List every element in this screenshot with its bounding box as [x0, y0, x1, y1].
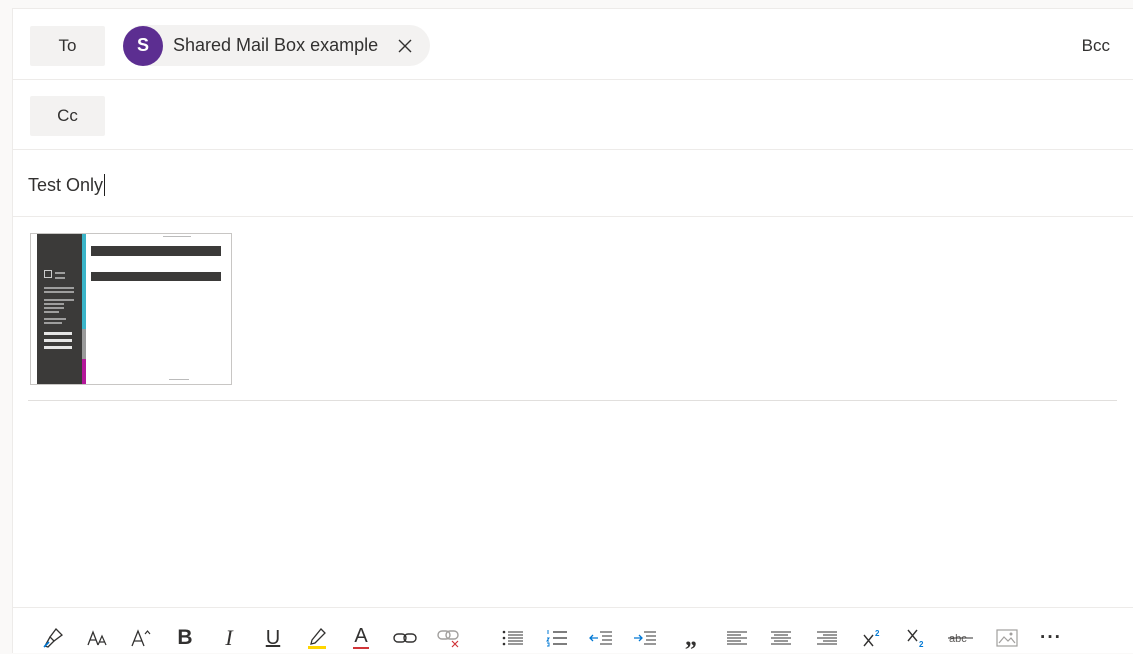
svg-text:2: 2 — [919, 640, 924, 649]
svg-text:abc: abc — [949, 633, 967, 645]
highlight-icon[interactable] — [301, 624, 333, 652]
bold-icon[interactable]: B — [169, 624, 201, 652]
doc-text-line — [44, 303, 64, 305]
subject-row[interactable]: Test Only — [13, 150, 1133, 217]
accent-stripe — [82, 329, 86, 359]
to-row: To S Shared Mail Box example Bcc — [13, 9, 1133, 80]
invoice-sidebar-graphic — [37, 234, 82, 384]
avatar: S — [123, 25, 163, 66]
more-options-icon[interactable]: ··· — [1035, 624, 1067, 652]
doc-text-line — [44, 307, 64, 309]
insert-link-icon[interactable] — [389, 624, 421, 652]
doc-text-line — [44, 339, 72, 342]
align-left-icon[interactable] — [721, 624, 753, 652]
logo-icon — [44, 270, 52, 278]
doc-header-bar — [91, 246, 221, 256]
to-button[interactable]: To — [30, 26, 105, 66]
cc-row: Cc — [13, 80, 1133, 150]
increase-indent-icon[interactable] — [629, 624, 661, 652]
insert-picture-icon[interactable] — [991, 624, 1023, 652]
superscript-icon[interactable]: 2 — [857, 624, 889, 652]
doc-text-line — [169, 379, 189, 380]
cc-button[interactable]: Cc — [30, 96, 105, 136]
doc-text-line — [44, 287, 74, 289]
doc-text-line — [44, 332, 72, 335]
doc-text-line — [163, 236, 191, 237]
doc-text-line — [44, 299, 74, 301]
font-color-icon[interactable]: A — [345, 624, 377, 652]
subscript-icon[interactable]: 2 — [901, 624, 933, 652]
align-center-icon[interactable] — [765, 624, 797, 652]
attachment-thumbnail[interactable] — [30, 233, 232, 385]
doc-text-line — [44, 318, 66, 320]
format-painter-icon[interactable] — [37, 624, 69, 652]
strikethrough-icon[interactable]: abc — [945, 624, 977, 652]
bcc-button[interactable]: Bcc — [1082, 36, 1110, 56]
subject-field[interactable]: Test Only — [28, 174, 106, 196]
doc-text-line — [44, 322, 62, 324]
formatting-toolbar: B I U A „ 2 2 abc ··· — [13, 607, 1133, 654]
accent-stripe — [82, 234, 86, 329]
recipient-pill[interactable]: S Shared Mail Box example — [123, 25, 431, 66]
quote-icon[interactable]: „ — [675, 624, 707, 652]
numbering-icon[interactable] — [541, 624, 573, 652]
grow-font-icon[interactable] — [125, 624, 157, 652]
doc-text-line — [55, 272, 65, 274]
text-caret — [104, 174, 106, 196]
underline-icon[interactable]: U — [257, 624, 289, 652]
recipient-name: Shared Mail Box example — [173, 35, 379, 55]
doc-text-line — [44, 346, 72, 349]
italic-icon[interactable]: I — [213, 624, 245, 652]
bullets-icon[interactable] — [497, 624, 529, 652]
remove-recipient-close-icon[interactable] — [396, 37, 414, 55]
subject-text: Test Only — [28, 174, 104, 195]
doc-text-line — [44, 291, 74, 293]
body-divider — [28, 400, 1117, 401]
doc-text-line — [44, 311, 59, 313]
compose-pane: To S Shared Mail Box example Bcc Cc Test… — [12, 8, 1133, 653]
svg-text:2: 2 — [875, 629, 880, 638]
font-color-glyph: A — [354, 625, 368, 647]
accent-stripe — [82, 359, 86, 384]
remove-link-icon[interactable] — [433, 624, 465, 652]
doc-text-line — [55, 277, 65, 279]
font-color-swatch — [353, 647, 369, 649]
doc-table-header-bar — [91, 272, 221, 281]
decrease-indent-icon[interactable] — [585, 624, 617, 652]
font-size-icon[interactable] — [81, 624, 113, 652]
align-right-icon[interactable] — [811, 624, 843, 652]
